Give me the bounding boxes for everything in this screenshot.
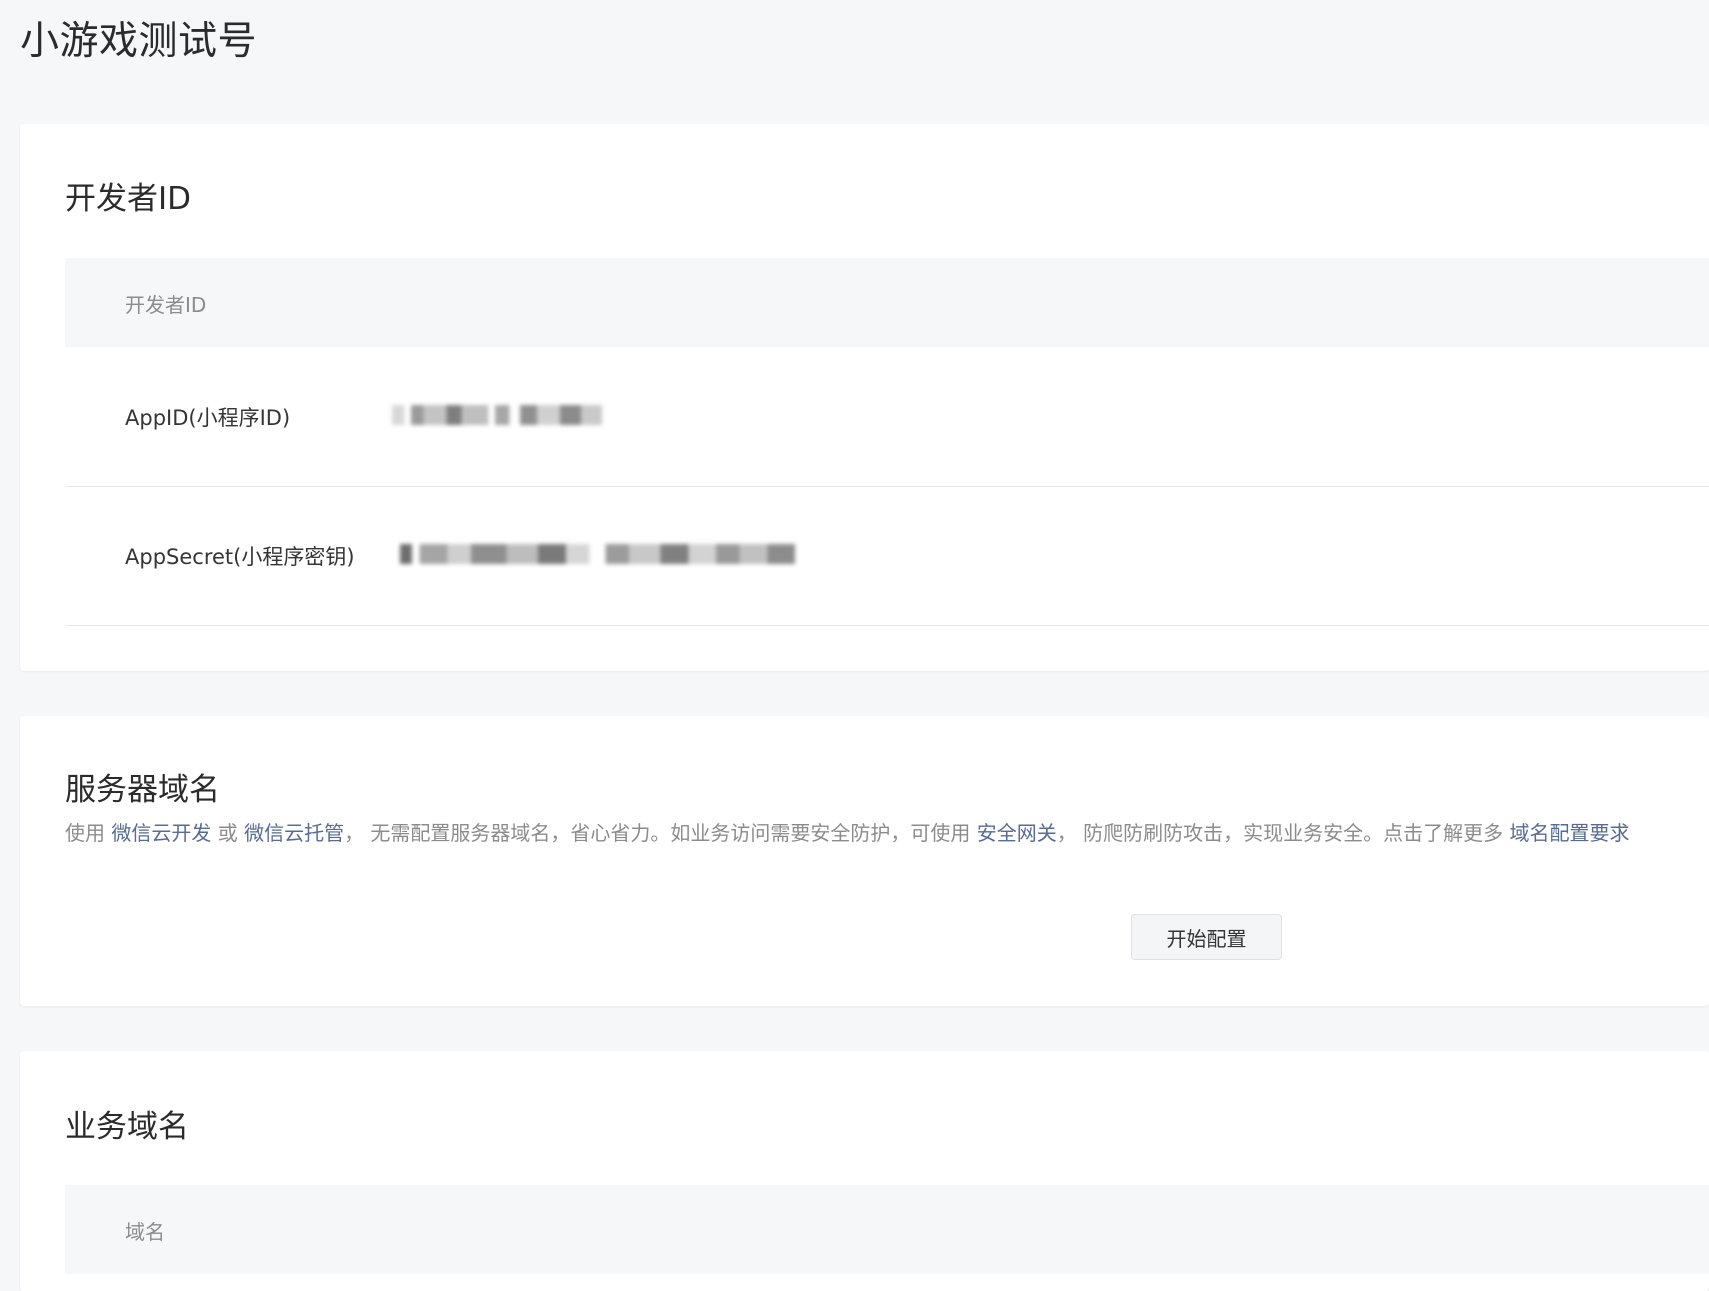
server-domain-card: 服务器域名 使用 微信云开发 或 微信云托管， 无需配置服务器域名，省心省力。如… [20, 716, 1709, 1006]
security-gateway-link[interactable]: 安全网关 [977, 821, 1057, 845]
appid-value-masked [392, 404, 602, 426]
server-domain-description: 使用 微信云开发 或 微信云托管， 无需配置服务器域名，省心省力。如业务访问需要… [65, 817, 1630, 846]
server-domain-title: 服务器域名 [65, 772, 220, 808]
appid-label: AppID(小程序ID) [125, 406, 291, 430]
page-title: 小游戏测试号 [20, 19, 258, 64]
business-domain-table-header: 域名 [65, 1185, 1709, 1274]
desc-text-4: ， 防爬防刷防攻击，实现业务安全。点击了解更多 [1056, 821, 1510, 845]
appid-row: AppID(小程序ID) [65, 347, 1709, 487]
wechat-cloud-hosting-link[interactable]: 微信云托管 [244, 821, 344, 845]
developer-id-table-header: 开发者ID [65, 258, 1709, 347]
domain-column-header: 域名 [125, 1220, 165, 1244]
desc-text-1: 使用 [65, 821, 112, 845]
appsecret-label: AppSecret(小程序密钥) [125, 545, 355, 569]
desc-text-2: 或 [211, 821, 245, 845]
domain-config-requirements-link[interactable]: 域名配置要求 [1510, 821, 1630, 845]
business-domain-title: 业务域名 [65, 1109, 189, 1145]
developer-id-card: 开发者ID 开发者ID AppID(小程序ID) AppSecret(小程序密钥… [20, 124, 1709, 671]
start-config-button[interactable]: 开始配置 [1131, 914, 1282, 960]
developer-id-column-header: 开发者ID [125, 293, 207, 317]
desc-text-3: ， 无需配置服务器域名，省心省力。如业务访问需要安全防护，可使用 [344, 821, 977, 845]
business-domain-card: 业务域名 域名 [20, 1051, 1709, 1291]
developer-id-title: 开发者ID [65, 181, 192, 217]
appsecret-row: AppSecret(小程序密钥) [65, 486, 1709, 626]
wechat-cloud-dev-link[interactable]: 微信云开发 [111, 821, 211, 845]
appsecret-value-masked [400, 543, 795, 565]
